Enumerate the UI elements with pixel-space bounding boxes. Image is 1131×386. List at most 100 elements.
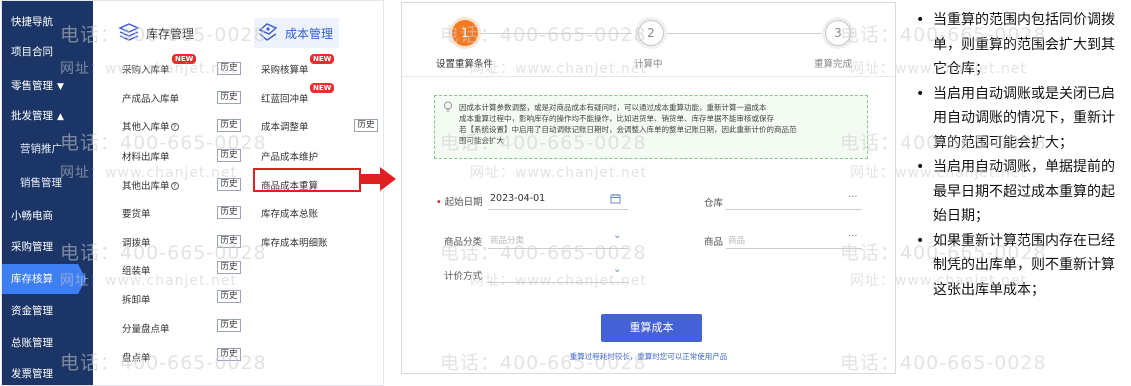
help-icon: ? (170, 123, 179, 131)
new-badge: NEW (310, 54, 335, 64)
sidebar-item-general-ledger[interactable]: 总账管理 (2, 328, 93, 358)
sidebar-item-funds[interactable]: 资金管理 (2, 296, 93, 326)
menu-item-disassembly[interactable]: 拆卸单 (122, 292, 151, 306)
menu-item-partial-stocktake[interactable]: 分量盘点单 (122, 321, 170, 335)
red-arrow-icon (360, 167, 396, 191)
notes-list: 当重算的范围内包括同价调拨单，则重算的范围会扩大到其它仓库； 当启用自动调账或是… (914, 8, 1126, 302)
chevron-down-icon: ▼ (57, 82, 64, 92)
field-underline (488, 248, 628, 249)
pricing-method-select[interactable] (488, 282, 628, 283)
menu-item-inventory-cost-ledger[interactable]: 库存成本总账 (261, 206, 318, 220)
history-button[interactable]: 历史 (217, 290, 241, 303)
sidebar-item-invoice[interactable]: 发票管理 (2, 359, 93, 385)
start-date-field[interactable]: 2023-04-01 (490, 193, 545, 204)
menu-item-red-blue-reversal[interactable]: 红蓝回冲单 (261, 91, 309, 105)
recompute-cost-button[interactable]: 重算成本 (601, 314, 702, 342)
field-label-text: 起始日期 (444, 197, 483, 208)
sidebar-item-purchasing[interactable]: 采购管理 (2, 232, 93, 262)
chevron-down-icon[interactable]: ⌄ (613, 265, 621, 275)
header-label: 成本管理 (285, 26, 334, 41)
cost-recompute-dialog: 1 2 3 设置重算条件 计算中 重算完成 因成本计算参数调整，或是对商品成本有… (401, 2, 896, 374)
sidebar-item-wholesale[interactable]: 批发管理 ▲ (2, 101, 93, 131)
highlight-box (253, 168, 361, 192)
inventory-management-header: 库存管理 (117, 18, 194, 48)
menu-item-purchase-inbound[interactable]: 采购入库单 (122, 62, 170, 76)
product-label: 商品 (704, 237, 724, 248)
sidebar-item-label: 营销推广 (20, 143, 62, 155)
menu-item-requisition[interactable]: 要货单 (122, 206, 151, 220)
history-button[interactable]: 历史 (217, 319, 241, 332)
menu-item-cost-adjustment[interactable]: 成本调整单 (261, 119, 309, 133)
cost-management-header: 成本管理 (254, 18, 340, 48)
history-button[interactable]: 历史 (217, 261, 241, 274)
step-1-indicator: 1 (452, 20, 478, 46)
sidebar-item-label: 项目合同 (11, 46, 53, 58)
menu-item-inventory-cost-detail[interactable]: 库存成本明细账 (261, 235, 328, 249)
sidebar-item-label: 零售管理 (11, 80, 53, 92)
sidebar-item-label: 销售管理 (20, 177, 62, 189)
note-item: 当启用自动调账，单据提前的最早日期不超过成本重算的起始日期； (914, 155, 1126, 229)
step-3-label: 重算完成 (814, 59, 853, 70)
step-connector (662, 33, 822, 34)
sidebar-item-label: 采购管理 (11, 241, 53, 253)
history-button[interactable]: 历史 (217, 149, 241, 162)
more-icon[interactable]: ··· (848, 193, 858, 203)
warehouse-field[interactable] (726, 209, 862, 210)
menu-item-material-outbound[interactable]: 材料出库单 (122, 149, 170, 163)
sidebar-item-inventory-accounting[interactable]: 库存核算 (2, 264, 86, 294)
category-field[interactable]: 商品分类 (490, 234, 524, 246)
notice-line: 成本重算过程中，影响库存的操作均不能操作，比如进货单、销货单、库存单据不能审核或… (459, 114, 774, 123)
sidebar-item-label: 总账管理 (11, 337, 53, 349)
erp-menu-panel: 快捷导航 项目合同 零售管理 ▼ 批发管理 ▲ 营销推广 销售管理 小畅电商 采购管… (1, 0, 384, 386)
history-button[interactable]: 历史 (217, 62, 241, 75)
calendar-icon[interactable] (610, 193, 621, 204)
menu-item-other-outbound[interactable]: 其他出库单? (122, 178, 179, 192)
notice-box: 因成本计算参数调整，或是对商品成本有疑问时，可以通过成本重算功能，重新计算一遍成… (434, 95, 868, 159)
history-button[interactable]: 历史 (217, 235, 241, 248)
sidebar-item-retail[interactable]: 零售管理 ▼ (2, 71, 93, 101)
sidebar-item-project-contract[interactable]: 项目合同 (2, 37, 93, 67)
start-date-label: • 起始日期 (436, 194, 483, 208)
sidebar-item-label: 发票管理 (11, 368, 53, 380)
new-badge: NEW (310, 83, 335, 93)
header-label: 库存管理 (146, 26, 195, 41)
step-connector (472, 33, 632, 34)
help-icon: ? (170, 182, 179, 190)
sidebar-item-sales[interactable]: 销售管理 (2, 168, 93, 198)
field-underline (488, 209, 628, 210)
sidebar-item-ecommerce[interactable]: 小畅电商 (2, 201, 93, 231)
menu-item-purchase-accounting[interactable]: 采购核算单 (261, 62, 309, 76)
menu-item-other-inbound[interactable]: 其他入库单? (122, 119, 179, 133)
product-field[interactable]: 商品 (728, 234, 745, 246)
cost-icon (258, 23, 278, 41)
history-button[interactable]: 历史 (217, 119, 241, 132)
menu-item-product-cost-maintenance[interactable]: 产品成本维护 (261, 149, 318, 163)
menu-item-transfer[interactable]: 调拨单 (122, 235, 151, 249)
notice-line: 围可能会扩大 (459, 136, 504, 145)
menu-item-assembly[interactable]: 组装单 (122, 263, 151, 277)
menu-item-label: 其他出库单 (122, 181, 170, 192)
chevron-down-icon[interactable]: ⌄ (613, 231, 621, 241)
step-2-indicator: 2 (638, 20, 664, 46)
step-3-indicator: 3 (825, 20, 851, 46)
history-button[interactable]: 历史 (217, 206, 241, 219)
note-item: 当重算的范围内包括同价调拨单，则重算的范围会扩大到其它仓库； (914, 8, 1126, 82)
menu-item-finished-goods-inbound[interactable]: 产成品入库单 (122, 91, 179, 105)
history-button[interactable]: 历史 (217, 178, 241, 191)
more-icon[interactable]: ··· (848, 232, 858, 242)
required-mark: • (436, 197, 442, 208)
menu-item-stocktake[interactable]: 盘点单 (122, 350, 151, 364)
category-label: 商品分类 (444, 237, 483, 248)
history-button[interactable]: 历史 (354, 119, 378, 132)
sidebar-item-marketing[interactable]: 营销推广 (2, 134, 93, 164)
lightbulb-icon (444, 101, 452, 112)
field-underline (726, 248, 862, 249)
notice-line: 若【系统设置】中启用了自动调账记账日期时，会调整入库单的整单记账日期，因此重新计… (459, 125, 797, 134)
history-button[interactable]: 历史 (217, 348, 241, 361)
note-item: 如果重新计算范围内存在已经制凭的出库单，则不重新计算这张出库单成本； (914, 229, 1126, 303)
sidebar-item-quick-nav[interactable]: 快捷导航 (2, 7, 93, 37)
divider (402, 76, 895, 77)
history-button[interactable]: 历史 (217, 91, 241, 104)
notice-line: 因成本计算参数调整，或是对商品成本有疑问时，可以通过成本重算功能，重新计算一遍成… (459, 103, 767, 112)
menu-item-label: 其他入库单 (122, 122, 170, 133)
